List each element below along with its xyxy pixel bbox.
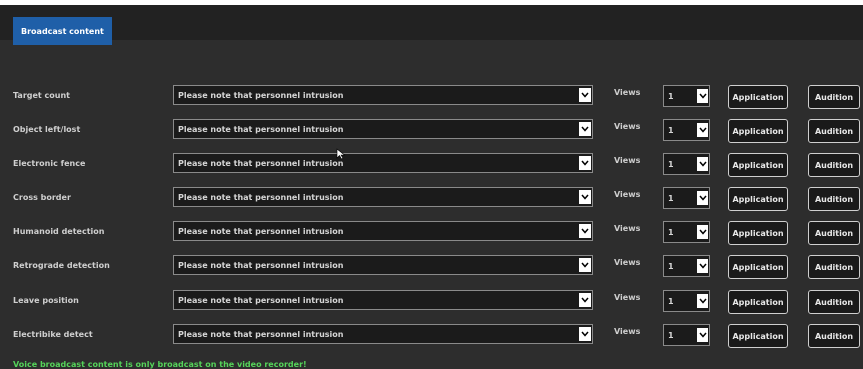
content-select[interactable]: Please note that personnel intrusion [173,221,593,241]
mouse-cursor-icon [336,148,346,160]
content-select-value: Please note that personnel intrusion [178,227,344,236]
chevron-down-icon[interactable] [579,258,591,272]
header-bar: Broadcast content [0,5,863,45]
content-select[interactable]: Please note that personnel intrusion [173,153,593,173]
content-select[interactable]: Please note that personnel intrusion [173,324,593,344]
row-electribike-detect: Electribike detect Please note that pers… [0,319,863,353]
content-select[interactable]: Please note that personnel intrusion [173,290,593,310]
row-target-count: Target count Please note that personnel … [0,80,863,114]
views-label: Views [614,224,641,233]
row-leave-position: Leave position Please note that personne… [0,285,863,319]
row-electronic-fence: Electronic fence Please note that person… [0,148,863,182]
views-select-value: 1 [668,297,674,306]
chevron-down-icon[interactable] [697,328,708,342]
views-select[interactable]: 1 [663,290,710,312]
content-select-value: Please note that personnel intrusion [178,193,344,202]
audition-button[interactable]: Audition [808,119,860,143]
views-select-value: 1 [668,160,674,169]
content-select[interactable]: Please note that personnel intrusion [173,187,593,207]
tab-broadcast-content[interactable]: Broadcast content [13,17,112,45]
content-select-value: Please note that personnel intrusion [178,125,344,134]
chevron-down-icon[interactable] [579,88,591,102]
audition-button[interactable]: Audition [808,324,860,348]
row-label: Object left/lost [13,125,81,134]
application-button[interactable]: Application [728,85,788,109]
chevron-down-icon[interactable] [579,156,591,170]
views-select[interactable]: 1 [663,221,710,243]
content-select[interactable]: Please note that personnel intrusion [173,255,593,275]
views-select[interactable]: 1 [663,153,710,175]
row-label: Cross border [13,193,71,202]
application-button[interactable]: Application [728,187,788,211]
views-select-value: 1 [668,262,674,271]
content-select-value: Please note that personnel intrusion [178,159,344,168]
footer-note: Voice broadcast content is only broadcas… [13,360,307,369]
row-label: Target count [13,91,70,100]
application-button[interactable]: Application [728,255,788,279]
content-select-value: Please note that personnel intrusion [178,261,344,270]
views-label: Views [614,190,641,199]
views-select[interactable]: 1 [663,255,710,277]
chevron-down-icon[interactable] [579,190,591,204]
chevron-down-icon[interactable] [697,157,708,171]
views-label: Views [614,293,641,302]
chevron-down-icon[interactable] [579,327,591,341]
audition-button[interactable]: Audition [808,255,860,279]
views-select-value: 1 [668,126,674,135]
chevron-down-icon[interactable] [697,123,708,137]
chevron-down-icon[interactable] [697,294,708,308]
views-label: Views [614,122,641,131]
views-label: Views [614,327,641,336]
views-select-value: 1 [668,92,674,101]
content-select-value: Please note that personnel intrusion [178,296,344,305]
row-object-left-lost: Object left/lost Please note that person… [0,114,863,148]
row-label: Humanoid detection [13,227,105,236]
views-select[interactable]: 1 [663,119,710,141]
views-select-value: 1 [668,228,674,237]
application-button[interactable]: Application [728,119,788,143]
views-select[interactable]: 1 [663,187,710,209]
application-button[interactable]: Application [728,324,788,348]
content-select-value: Please note that personnel intrusion [178,330,344,339]
views-select-value: 1 [668,331,674,340]
chevron-down-icon[interactable] [579,293,591,307]
application-button[interactable]: Application [728,221,788,245]
views-select[interactable]: 1 [663,324,710,346]
application-button[interactable]: Application [728,290,788,314]
views-label: Views [614,88,641,97]
views-label: Views [614,156,641,165]
row-humanoid-detection: Humanoid detection Please note that pers… [0,216,863,250]
views-select-value: 1 [668,194,674,203]
views-select[interactable]: 1 [663,85,710,107]
content-select-value: Please note that personnel intrusion [178,91,344,100]
row-label: Leave position [13,296,79,305]
chevron-down-icon[interactable] [579,122,591,136]
content-select[interactable]: Please note that personnel intrusion [173,85,593,105]
content-select[interactable]: Please note that personnel intrusion [173,119,593,139]
row-cross-border: Cross border Please note that personnel … [0,182,863,216]
audition-button[interactable]: Audition [808,290,860,314]
chevron-down-icon[interactable] [697,225,708,239]
chevron-down-icon[interactable] [697,89,708,103]
chevron-down-icon[interactable] [579,224,591,238]
audition-button[interactable]: Audition [808,85,860,109]
row-label: Electribike detect [13,330,93,339]
audition-button[interactable]: Audition [808,153,860,177]
chevron-down-icon[interactable] [697,191,708,205]
application-button[interactable]: Application [728,153,788,177]
row-label: Electronic fence [13,159,86,168]
chevron-down-icon[interactable] [697,259,708,273]
row-retrograde-detection: Retrograde detection Please note that pe… [0,250,863,284]
views-label: Views [614,258,641,267]
row-label: Retrograde detection [13,261,110,270]
audition-button[interactable]: Audition [808,221,860,245]
audition-button[interactable]: Audition [808,187,860,211]
